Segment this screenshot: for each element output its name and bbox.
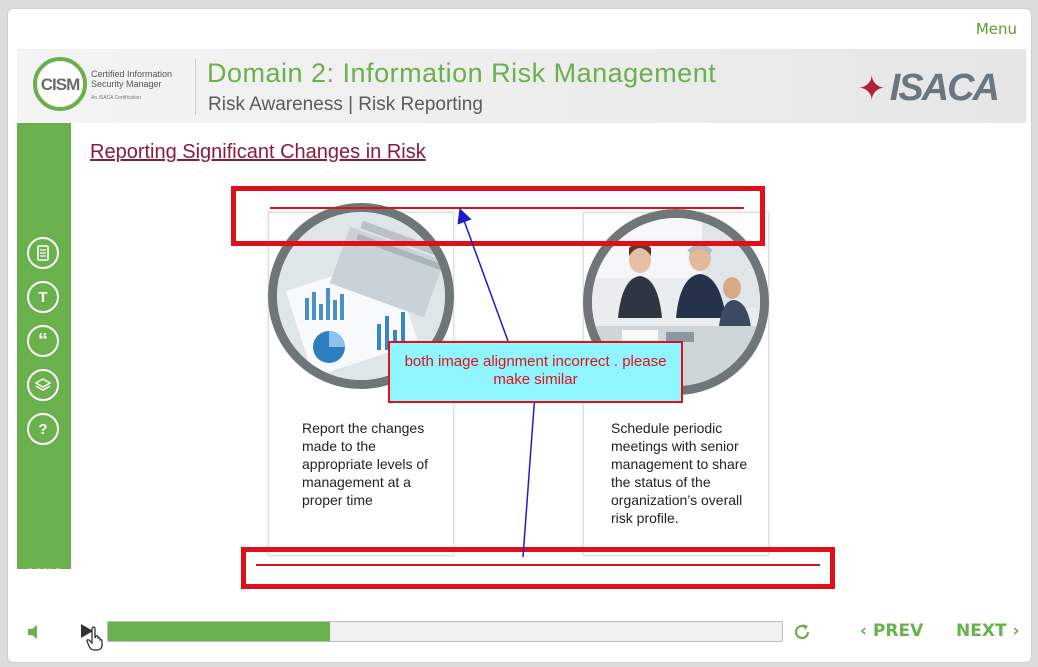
- hand-cursor-icon: [86, 626, 103, 651]
- chevron-left-icon: ‹: [860, 621, 868, 641]
- next-button[interactable]: NEXT ›: [956, 621, 1019, 641]
- volume-icon[interactable]: [26, 623, 44, 646]
- course-player: Menu CISM Certified Information Security…: [7, 8, 1032, 663]
- progress-bar[interactable]: [107, 621, 783, 642]
- progress-fill: [108, 622, 331, 641]
- playback-controls: ‹ PREV NEXT ›: [8, 609, 1031, 659]
- replay-icon[interactable]: [792, 622, 812, 647]
- prev-label: PREV: [872, 621, 924, 641]
- annotation-arrows: [457, 207, 542, 558]
- annotation-callout: both image alignment incorrect . please …: [388, 341, 683, 403]
- chevron-right-icon: ›: [1012, 621, 1020, 641]
- prev-button[interactable]: ‹ PREV: [860, 621, 923, 641]
- next-label: NEXT: [956, 621, 1007, 641]
